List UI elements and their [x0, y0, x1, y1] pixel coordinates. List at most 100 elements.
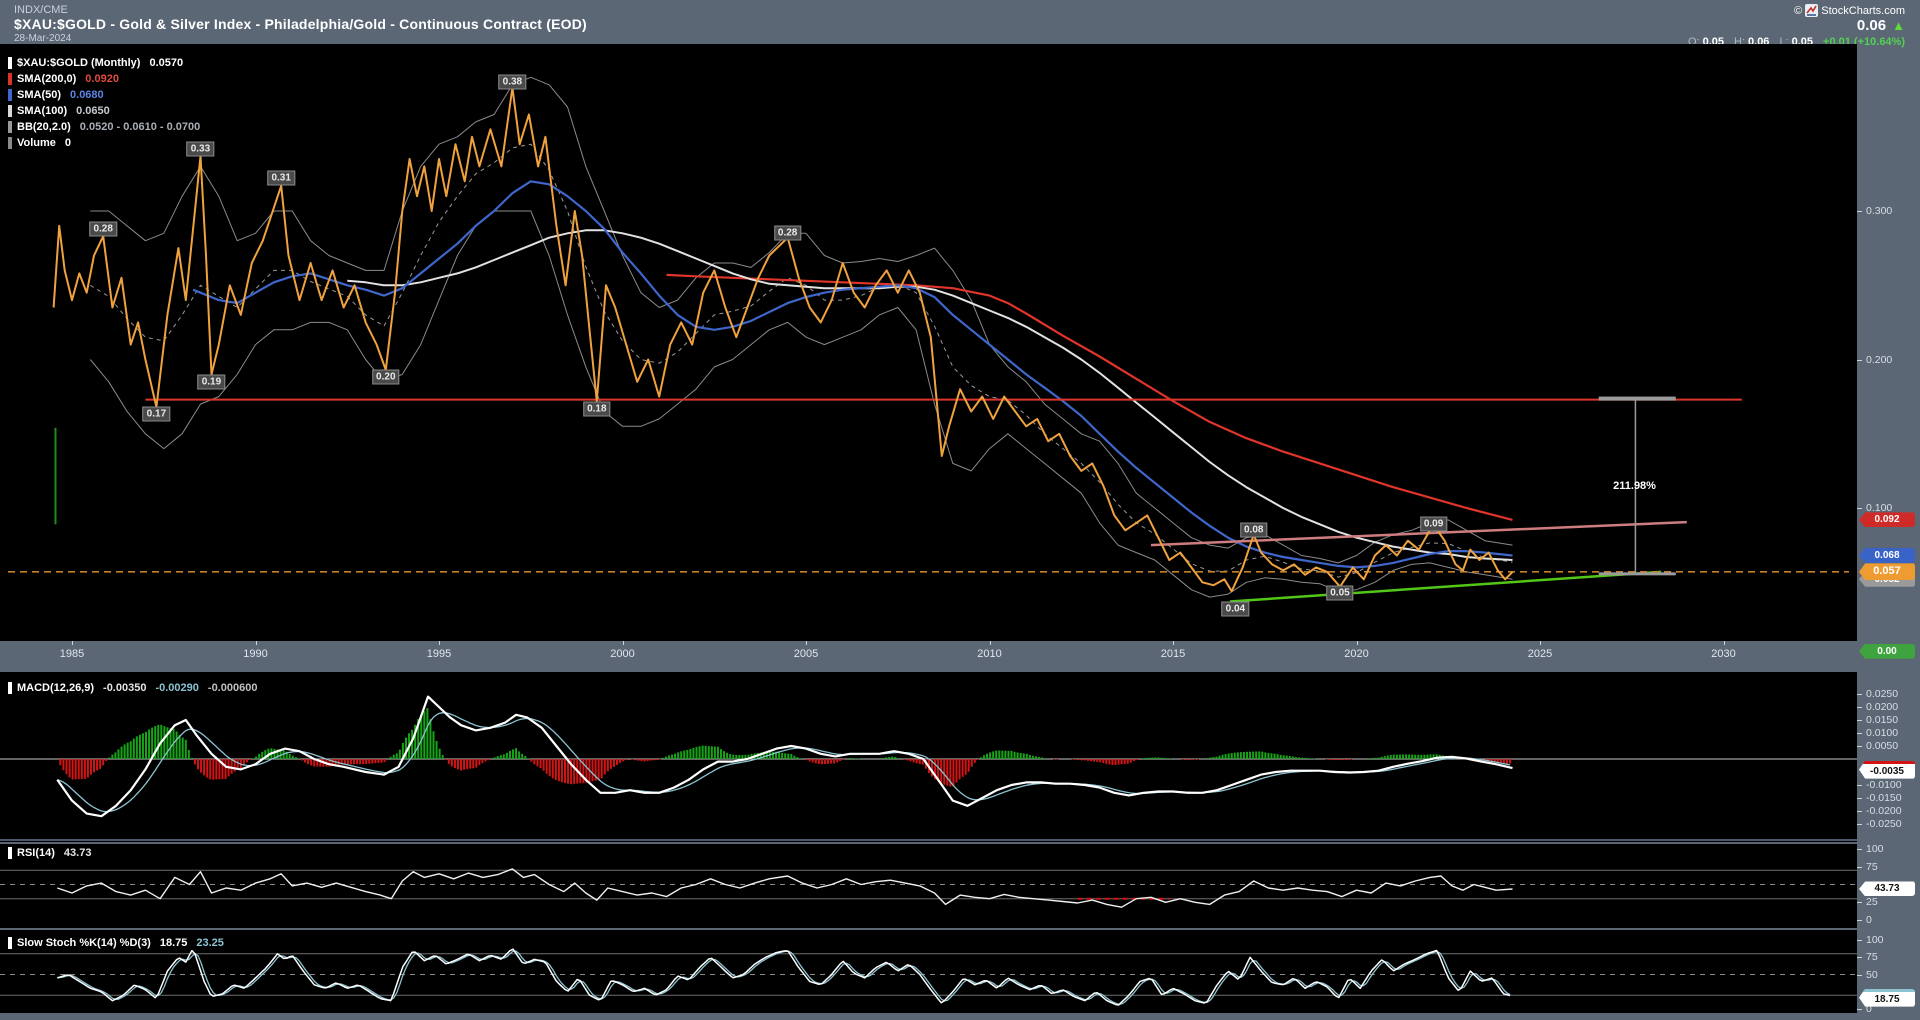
- legend-value: 0.0570: [149, 57, 183, 69]
- axis-tick: [1857, 785, 1862, 786]
- year-tick: [1540, 641, 1541, 645]
- legend-label: RSI(14): [17, 847, 55, 859]
- price-chart-panel[interactable]: [0, 44, 1857, 641]
- pivot-label: 0.05: [1326, 585, 1353, 600]
- price-badge-0.092: 0.092: [1859, 512, 1915, 527]
- macd-panel[interactable]: [0, 672, 1857, 842]
- year-label: 2000: [610, 648, 634, 660]
- legend-label: Volume: [17, 137, 56, 149]
- legend-swatch: [8, 682, 12, 694]
- axis-tick-label: -0.0250: [1866, 818, 1902, 830]
- pivot-label: 0.08: [1240, 523, 1267, 538]
- year-tick: [439, 641, 440, 645]
- sma100-line: [347, 230, 1512, 560]
- axis-tick-label: 0.0100: [1866, 727, 1898, 739]
- axis-tick-label: 0.0200: [1866, 701, 1898, 713]
- axis-tick: [1857, 920, 1862, 921]
- legend-swatch: [8, 73, 12, 85]
- legend-value: -0.000600: [208, 682, 258, 694]
- legend-swatch: [8, 57, 12, 69]
- stoch-panel[interactable]: [0, 930, 1857, 1013]
- year-label: 2020: [1344, 648, 1368, 660]
- year-label: 2015: [1161, 648, 1185, 660]
- volume-spike-bar: [54, 428, 56, 525]
- page-title: $XAU:$GOLD - Gold & Silver Index - Phila…: [14, 16, 587, 32]
- axis-tick-label: -0.0200: [1866, 805, 1902, 817]
- axis-tick: [1857, 849, 1862, 850]
- axis-tick-label: 0.200: [1866, 354, 1892, 366]
- legend-value: 0.0520 - 0.0610 - 0.0700: [80, 121, 200, 133]
- axis-tick-label: -0.0150: [1866, 792, 1902, 804]
- legend-row-2: SMA(50) 0.0680: [8, 89, 104, 101]
- pivot-label: 0.18: [583, 401, 610, 416]
- measure-bottom-cap: [1599, 572, 1676, 575]
- axis-tick: [1857, 746, 1862, 747]
- axis-tick: [1857, 867, 1862, 868]
- axis-tick-label: 0.0050: [1866, 740, 1898, 752]
- legend-value: 23.25: [196, 937, 224, 949]
- up-arrow-icon: ▲: [1892, 18, 1905, 33]
- legend-row-1: SMA(200,0) 0.0920: [8, 73, 119, 85]
- rsi-line: [57, 869, 1512, 907]
- pivot-label: 0.19: [198, 374, 225, 389]
- axis-tick: [1857, 508, 1862, 509]
- axis-tick: [1857, 811, 1862, 812]
- macd-legend: MACD(12,26,9)-0.00350-0.00290-0.000600: [8, 682, 257, 694]
- price-badge--0.0035: -0.0035: [1859, 761, 1915, 779]
- last-price: 0.06: [1857, 17, 1886, 34]
- pivot-label: 0.31: [267, 171, 294, 186]
- legend-label: SMA(50): [17, 89, 61, 101]
- year-tick: [1357, 641, 1358, 645]
- rsi-panel[interactable]: [0, 844, 1857, 928]
- pivot-label: 0.28: [89, 221, 116, 236]
- axis-tick-label: 0: [1866, 914, 1872, 926]
- axis-tick-label: 100: [1866, 934, 1884, 946]
- axis-tick-label: 75: [1866, 951, 1878, 963]
- axis-tick-label: 0.100: [1866, 502, 1892, 514]
- legend-value: 0.0920: [85, 73, 119, 85]
- price-line: [54, 88, 1513, 592]
- bb-middle-band: [90, 144, 1512, 577]
- pivot-label: 0.38: [499, 74, 526, 89]
- axis-tick: [1857, 975, 1862, 976]
- price-badge-0.00: 0.00: [1859, 644, 1915, 659]
- axis-tick-label: 75: [1866, 861, 1878, 873]
- pivot-label: 0.04: [1222, 601, 1249, 616]
- year-tick: [1724, 641, 1725, 645]
- legend-label: SMA(200,0): [17, 73, 76, 85]
- measure-top-cap: [1599, 397, 1676, 401]
- last-price-row: 0.06 ▲: [1857, 17, 1905, 34]
- year-tick: [256, 641, 257, 645]
- legend-row-0: $XAU:$GOLD (Monthly)0.0570: [8, 57, 183, 69]
- year-tick: [1173, 641, 1174, 645]
- axis-tick-label: 100: [1866, 843, 1884, 855]
- legend-swatch: [8, 137, 12, 149]
- macd-signal-line: [57, 713, 1510, 812]
- axis-tick-label: 0.0150: [1866, 714, 1898, 726]
- measure-percent-label: 211.98%: [1613, 480, 1656, 492]
- axis-tick: [1857, 798, 1862, 799]
- price-badge-0.057: 0.057: [1859, 563, 1915, 580]
- axis-tick: [1857, 1009, 1862, 1010]
- price-badge-0.068: 0.068: [1859, 548, 1915, 563]
- axis-tick: [1857, 360, 1862, 361]
- brand[interactable]: © StockCharts.com: [1794, 4, 1905, 17]
- axis-tick: [1857, 824, 1862, 825]
- year-tick: [806, 641, 807, 645]
- brand-name: StockCharts.com: [1821, 5, 1905, 17]
- rsi-legend: RSI(14)43.73: [8, 847, 91, 859]
- year-label: 1995: [427, 648, 451, 660]
- legend-label: SMA(100): [17, 105, 67, 117]
- legend-value: -0.00290: [155, 682, 198, 694]
- exchange-label: INDX/CME: [14, 4, 68, 16]
- legend-value: 0.0680: [70, 89, 104, 101]
- year-tick: [72, 641, 73, 645]
- green-support-trendline: [1230, 572, 1661, 602]
- year-label: 2025: [1528, 648, 1552, 660]
- year-tick: [623, 641, 624, 645]
- pivot-label: 0.33: [187, 141, 214, 156]
- axis-tick-label: -0.0100: [1866, 779, 1902, 791]
- bb-upper-band: [90, 77, 1512, 563]
- axis-tick-label: 0.300: [1866, 205, 1892, 217]
- stockcharts-logo-icon: [1805, 4, 1818, 17]
